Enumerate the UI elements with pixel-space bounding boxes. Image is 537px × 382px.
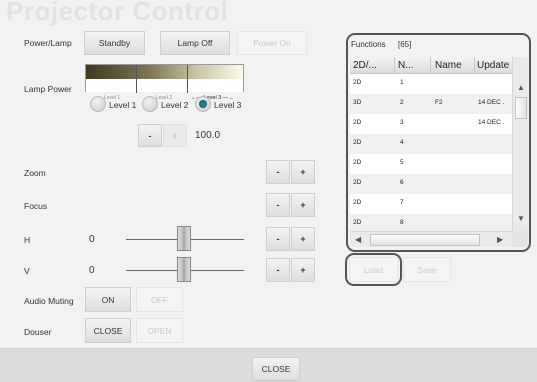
focus-label: Focus xyxy=(24,201,48,211)
h-label: H xyxy=(24,235,31,245)
standby-button[interactable]: Standby xyxy=(84,31,145,55)
focus-plus-button[interactable]: + xyxy=(291,193,315,217)
column-divider xyxy=(474,57,475,74)
lamp-power-label: Lamp Power xyxy=(24,84,72,94)
lamp-power-gauge: Level 1 Level 2 ←— Level 3 —→ xyxy=(85,64,244,101)
v-minus-button[interactable]: - xyxy=(266,258,290,282)
v-slider-thumb[interactable] xyxy=(177,257,191,282)
table-row[interactable]: 2D 3 14 DEC . xyxy=(350,114,512,134)
horizontal-scroll-thumb[interactable] xyxy=(370,234,480,246)
zoom-minus-button[interactable]: - xyxy=(266,160,290,184)
lamp-power-decrease-button[interactable]: - xyxy=(138,124,162,147)
gauge-divider xyxy=(187,65,188,93)
scroll-up-icon[interactable]: ▲ xyxy=(517,83,525,92)
h-slider-thumb[interactable] xyxy=(177,226,191,251)
save-button[interactable]: Save xyxy=(403,257,451,282)
v-label: V xyxy=(24,266,30,276)
zoom-label: Zoom xyxy=(24,168,46,178)
focus-minus-button[interactable]: - xyxy=(266,193,290,217)
lamp-gauge-gradient xyxy=(86,65,243,79)
gauge-divider xyxy=(136,65,137,93)
table-row[interactable]: 3D 2 F2 14 DEC . xyxy=(350,94,512,114)
column-header-2d3d[interactable]: 2D/... xyxy=(353,60,377,71)
column-header-update[interactable]: Update xyxy=(477,60,509,71)
vertical-scroll-thumb[interactable] xyxy=(515,97,527,119)
h-minus-button[interactable]: - xyxy=(266,227,290,251)
horizontal-scrollbar[interactable]: ◀ ▶ xyxy=(350,231,512,247)
v-plus-button[interactable]: + xyxy=(291,258,315,282)
scroll-left-icon[interactable]: ◀ xyxy=(355,235,361,244)
column-header-name[interactable]: Name xyxy=(435,60,462,71)
h-value: 0 xyxy=(89,234,95,245)
lamp-power-value: 100.0 xyxy=(195,130,221,141)
scroll-right-icon[interactable]: ▶ xyxy=(497,235,503,244)
table-row[interactable]: 2D 6 xyxy=(350,174,512,194)
douser-close-button[interactable]: CLOSE xyxy=(85,318,131,343)
v-value: 0 xyxy=(89,265,95,276)
page-title: Projector Control xyxy=(6,0,229,26)
column-header-number[interactable]: N... xyxy=(398,60,414,71)
zoom-plus-button[interactable]: + xyxy=(291,160,315,184)
load-button[interactable]: Load xyxy=(349,257,398,282)
table-row[interactable]: 2D 1 xyxy=(350,74,512,94)
level-1-radio[interactable] xyxy=(90,96,106,112)
scrollbar-corner xyxy=(512,231,528,247)
level-2-label: Level 2 xyxy=(161,100,189,110)
column-divider xyxy=(394,57,395,74)
lamp-off-button[interactable]: Lamp Off xyxy=(160,31,230,55)
functions-table: 2D/... N... Name Update 2D 1 3D 2 F2 14 … xyxy=(350,57,512,231)
audio-muting-off-button[interactable]: OFF xyxy=(136,287,183,312)
column-divider xyxy=(430,57,431,74)
level-1-label: Level 1 xyxy=(109,100,137,110)
table-row[interactable]: 2D 7 xyxy=(350,194,512,214)
table-row[interactable]: 2D 8 xyxy=(350,214,512,231)
power-lamp-label: Power/Lamp xyxy=(24,38,72,48)
level-3-radio[interactable] xyxy=(195,96,211,112)
lamp-gauge-scale: Level 1 Level 2 ←— Level 3 —→ xyxy=(86,79,243,101)
functions-label: Functions xyxy=(351,40,386,49)
table-header: 2D/... N... Name Update xyxy=(350,57,512,74)
power-on-button[interactable]: Power On xyxy=(237,31,307,55)
scroll-down-icon[interactable]: ▼ xyxy=(517,214,525,223)
douser-open-button[interactable]: OPEN xyxy=(136,318,183,343)
douser-label: Douser xyxy=(24,327,52,337)
table-row[interactable]: 2D 4 xyxy=(350,134,512,154)
level-2-radio[interactable] xyxy=(142,96,158,112)
audio-muting-on-button[interactable]: ON xyxy=(85,287,131,312)
audio-muting-label: Audio Muting xyxy=(24,296,74,306)
h-plus-button[interactable]: + xyxy=(291,227,315,251)
functions-count: [65] xyxy=(398,40,412,49)
vertical-scrollbar[interactable]: ▲ ▼ xyxy=(512,57,528,231)
lamp-power-increase-button[interactable]: + xyxy=(163,124,187,147)
close-button[interactable]: CLOSE xyxy=(252,357,300,381)
table-row[interactable]: 2D 5 xyxy=(350,154,512,174)
level-3-label: Level 3 xyxy=(214,100,242,110)
